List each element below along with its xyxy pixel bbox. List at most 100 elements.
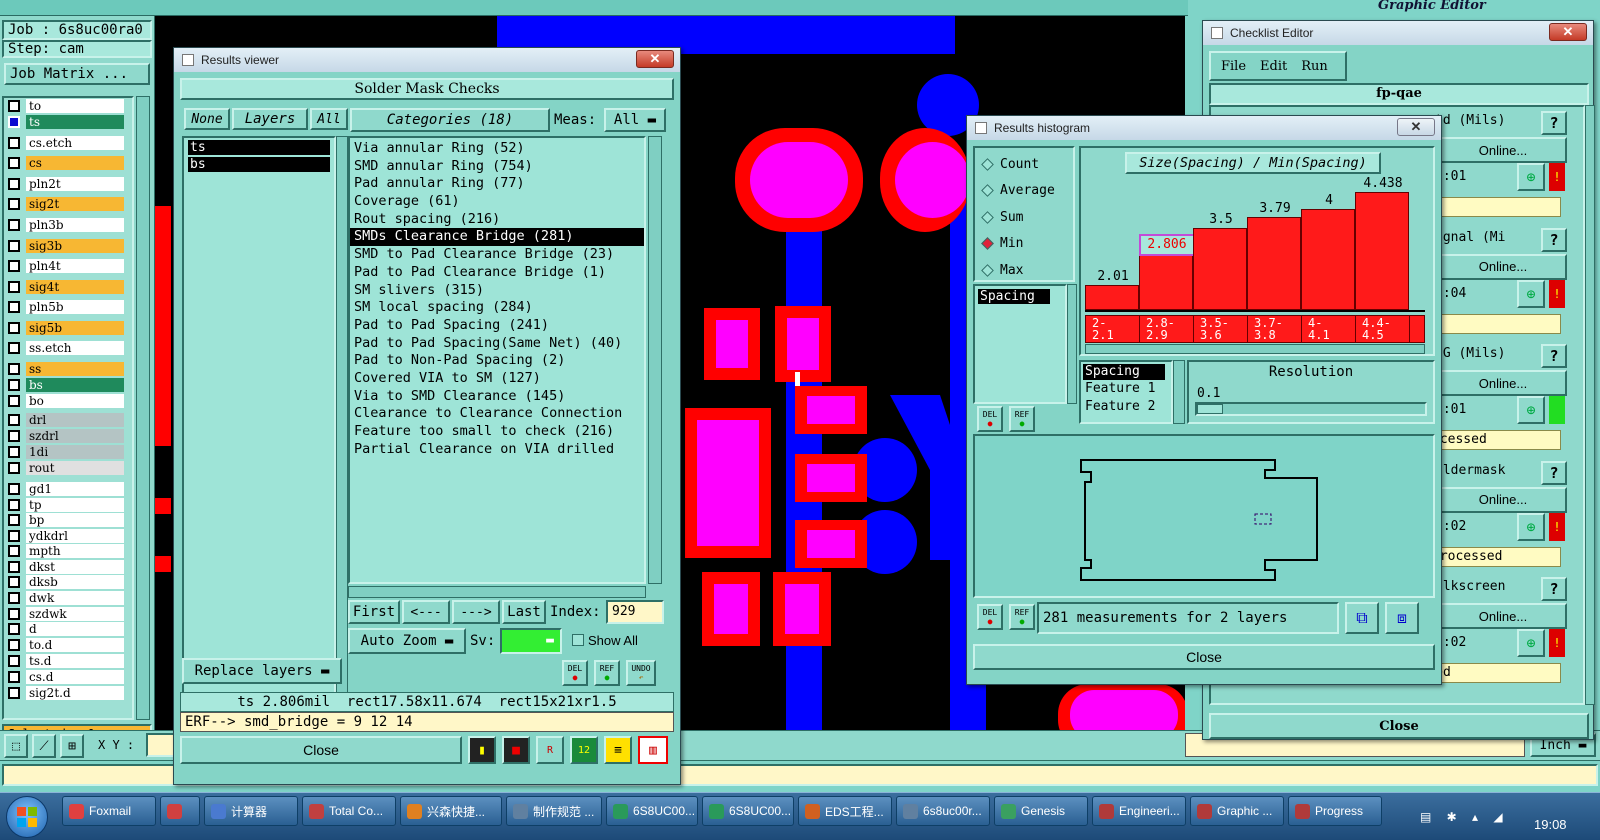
checklist-close-button[interactable]: Close	[1209, 713, 1589, 739]
attr-list-item[interactable]: Spacing	[978, 289, 1050, 304]
online-button[interactable]: Online...	[1439, 137, 1567, 163]
layer-row[interactable]: mpth	[8, 543, 124, 558]
replace-layers-select[interactable]: Replace layers ▬	[182, 658, 342, 684]
layer-checkbox[interactable]	[8, 362, 20, 375]
ref-button[interactable]: REF ●	[594, 660, 620, 686]
hist-del-button[interactable]: DEL ●	[977, 406, 1003, 432]
category-item[interactable]: Coverage (61)	[350, 193, 644, 211]
layer-checkbox[interactable]	[8, 218, 20, 231]
attr-fields-scrollbar[interactable]	[1173, 360, 1185, 424]
layer-name[interactable]: cs.d	[26, 669, 124, 684]
layer-checkbox[interactable]	[8, 498, 20, 511]
category-item[interactable]: Pad to Pad Clearance Bridge (1)	[350, 264, 644, 282]
attr-fields[interactable]: Spacing Feature 1 Feature 2	[1079, 360, 1173, 424]
category-item[interactable]: SMDs Clearance Bridge (281)	[350, 228, 644, 247]
layer-name[interactable]: bs	[26, 377, 124, 392]
layers-list-scrollbar[interactable]	[336, 136, 348, 706]
radio-icon[interactable]	[981, 184, 994, 197]
layer-name[interactable]: szdwk	[26, 606, 124, 621]
layer-row[interactable]: pln2t	[8, 176, 124, 191]
layer-checkbox[interactable]	[8, 429, 20, 442]
layer-name[interactable]: sig2t.d	[26, 685, 124, 700]
layer-checkbox[interactable]	[8, 259, 20, 272]
del-button[interactable]: DEL ●	[562, 660, 588, 686]
preview-ref-button[interactable]: REF ●	[1009, 604, 1035, 630]
layer-checkbox[interactable]	[8, 461, 20, 474]
layer-row[interactable]: ss.etch	[8, 340, 124, 355]
zoom-result-icon[interactable]: ⊕	[1517, 512, 1545, 541]
layer-row[interactable]: sig4t	[8, 279, 124, 294]
taskbar-item[interactable]: 计算器	[204, 796, 298, 826]
layer-name[interactable]: rout	[26, 460, 124, 475]
stop-icon[interactable]: ■	[502, 736, 530, 764]
last-button[interactable]: Last	[502, 600, 546, 624]
layer-row[interactable]: 1di	[8, 444, 124, 459]
layer-checkbox[interactable]	[8, 280, 20, 293]
layer-checkbox[interactable]	[8, 622, 20, 635]
layer-row[interactable]: bp	[8, 512, 124, 527]
ref-off-icon[interactable]: R	[536, 736, 564, 764]
category-item[interactable]: SM slivers (315)	[350, 282, 644, 300]
checklist-titlebar[interactable]: Checklist Editor ✕	[1203, 21, 1593, 45]
layer-name[interactable]: bp	[26, 512, 124, 527]
layer-row[interactable]: gd1	[8, 481, 124, 496]
layer-name[interactable]: bo	[26, 393, 124, 408]
layer-row[interactable]: d	[8, 621, 124, 636]
category-item[interactable]: Partial Clearance on VIA drilled	[350, 441, 644, 459]
layer-row[interactable]: dksb	[8, 574, 124, 589]
chart-hscrollbar[interactable]	[1085, 344, 1425, 354]
layer-checkbox[interactable]	[8, 670, 20, 683]
layer-list-scrollbar[interactable]	[136, 96, 150, 720]
radio-icon[interactable]	[981, 237, 994, 250]
job-matrix-button[interactable]: Job Matrix ...	[4, 63, 150, 85]
taskbar-item[interactable]: 制作规范 ...	[506, 796, 602, 826]
resolution-slider[interactable]	[1195, 402, 1427, 416]
taskbar-item[interactable]: Total Co...	[302, 796, 396, 826]
layer-name[interactable]: to	[26, 98, 124, 113]
histogram-bar[interactable]	[1139, 254, 1193, 310]
layer-checkbox[interactable]	[8, 591, 20, 604]
taskbar-item[interactable]: EDS工程...	[798, 796, 892, 826]
layer-name[interactable]: dksb	[26, 574, 124, 589]
layer-checkbox[interactable]	[8, 341, 20, 354]
category-item[interactable]: Clearance to Clearance Connection	[350, 405, 644, 423]
layer-name[interactable]: cs	[26, 155, 124, 170]
layer-name[interactable]: ss.etch	[26, 340, 124, 355]
undo-button[interactable]: UNDO ↶	[626, 660, 656, 686]
categories-hscrollbar[interactable]	[348, 586, 646, 598]
taskbar-item[interactable]: 兴森快捷...	[400, 796, 502, 826]
layer-name[interactable]: sig2t	[26, 196, 124, 211]
filter-layers-button[interactable]: Layers	[232, 108, 308, 130]
layer-row[interactable]: sig2t	[8, 196, 124, 211]
layer-checkbox[interactable]	[8, 136, 20, 149]
one-two-icon[interactable]: 12	[570, 736, 598, 764]
category-item[interactable]: Feature too small to check (216)	[350, 423, 644, 441]
layer-checkbox[interactable]	[8, 177, 20, 190]
layer-row[interactable]: cs	[8, 155, 124, 170]
layer-row[interactable]: dwk	[8, 590, 124, 605]
histogram-bar[interactable]	[1085, 284, 1139, 310]
hilite-icon[interactable]: ▮	[468, 736, 496, 764]
layer-row[interactable]: szdwk	[8, 606, 124, 621]
histogram-bar[interactable]	[1355, 192, 1409, 310]
layer-checkbox[interactable]	[8, 482, 20, 495]
taskbar-item[interactable]: Progress	[1288, 796, 1382, 826]
layer-row[interactable]: bo	[8, 393, 124, 408]
layer-row[interactable]: ss	[8, 361, 124, 376]
layer-row[interactable]: ts.d	[8, 653, 124, 668]
layer-name[interactable]: ts	[26, 114, 124, 129]
layer-row[interactable]: pln4t	[8, 258, 124, 273]
layer-name[interactable]: pln4t	[26, 258, 124, 273]
layer-checkbox[interactable]	[8, 378, 20, 391]
help-button[interactable]: ?	[1541, 111, 1567, 135]
stat-option-sum[interactable]: Sum	[979, 207, 1023, 227]
layer-checkbox[interactable]	[8, 394, 20, 407]
slider-thumb[interactable]	[1197, 404, 1223, 414]
help-button[interactable]: ?	[1541, 227, 1567, 252]
layer-row[interactable]: sig3b	[8, 238, 124, 253]
radio-icon[interactable]	[981, 210, 994, 224]
histogram-bar[interactable]	[1247, 216, 1301, 310]
layer-row[interactable]: szdrl	[8, 428, 124, 443]
xy-field[interactable]	[146, 733, 176, 757]
hist-ref-button[interactable]: REF ●	[1009, 406, 1035, 432]
